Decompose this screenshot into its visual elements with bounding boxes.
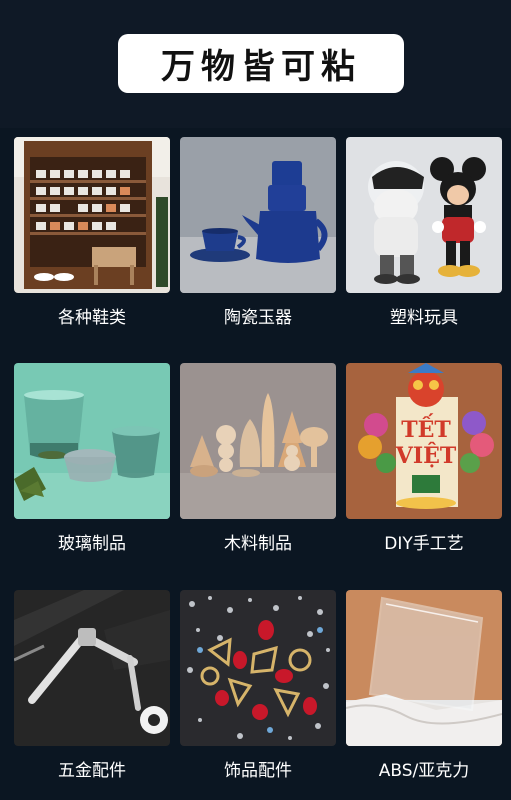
label-shoes: 各种鞋类 (58, 308, 126, 328)
plastic-toy-image[interactable] (346, 137, 502, 293)
label-glass: 玻璃制品 (58, 534, 126, 554)
ceramic-teapot-image[interactable] (180, 137, 336, 293)
title-banner: 万物皆可粘 (118, 34, 404, 93)
label-wood: 木料制品 (224, 534, 292, 554)
poster-word-tet: TẾT (401, 413, 451, 443)
acrylic-sheet-image[interactable] (346, 590, 502, 746)
label-acrylic: ABS/亚克力 (378, 761, 470, 781)
door-handle-image[interactable] (14, 590, 170, 746)
label-hardware: 五金配件 (58, 761, 126, 781)
wooden-figurines-image[interactable] (180, 363, 336, 519)
label-plastic-toys: 塑料玩具 (390, 308, 458, 328)
label-jewelry: 饰品配件 (224, 761, 292, 781)
diy-craft-image[interactable]: TẾT VIỆT (346, 363, 502, 519)
shoe-cabinet-image[interactable] (14, 137, 170, 293)
label-ceramics: 陶瓷玉器 (224, 308, 292, 328)
rhinestones-image[interactable] (180, 590, 336, 746)
page-title: 万物皆可粘 (161, 47, 361, 87)
glass-bowls-image[interactable] (14, 363, 170, 519)
label-diy-craft: DIY手工艺 (384, 534, 464, 554)
poster-word-viet: VIỆT (395, 442, 457, 469)
